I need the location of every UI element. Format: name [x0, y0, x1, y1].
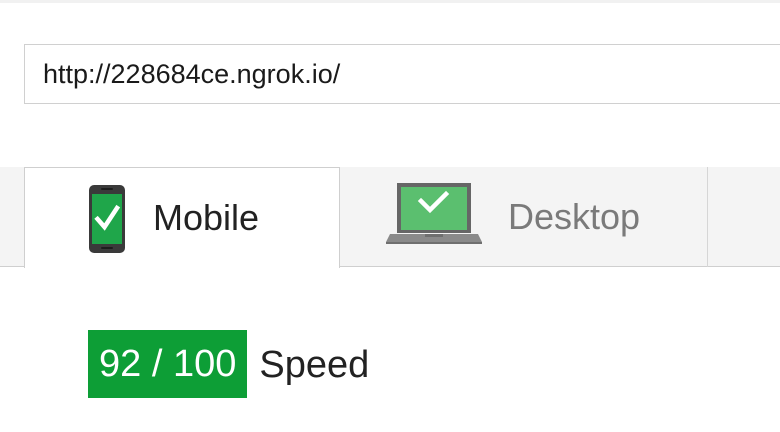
url-input[interactable]	[43, 45, 763, 103]
mobile-phone-check-icon	[88, 184, 126, 254]
tab-desktop-label: Desktop	[508, 196, 641, 237]
speed-score-badge: 92 / 100	[88, 330, 248, 398]
laptop-check-icon	[386, 181, 482, 245]
speed-score-label: Speed	[259, 344, 370, 386]
device-tab-strip: Mobile Desktop	[0, 167, 780, 268]
url-field-container[interactable]	[24, 44, 780, 104]
tab-mobile-label: Mobile	[153, 197, 260, 238]
tab-mobile[interactable]: Mobile	[24, 167, 340, 268]
top-divider	[0, 0, 780, 3]
tab-desktop[interactable]: Desktop	[340, 167, 708, 267]
speed-score-row: 92 / 100 Speed	[88, 330, 369, 398]
